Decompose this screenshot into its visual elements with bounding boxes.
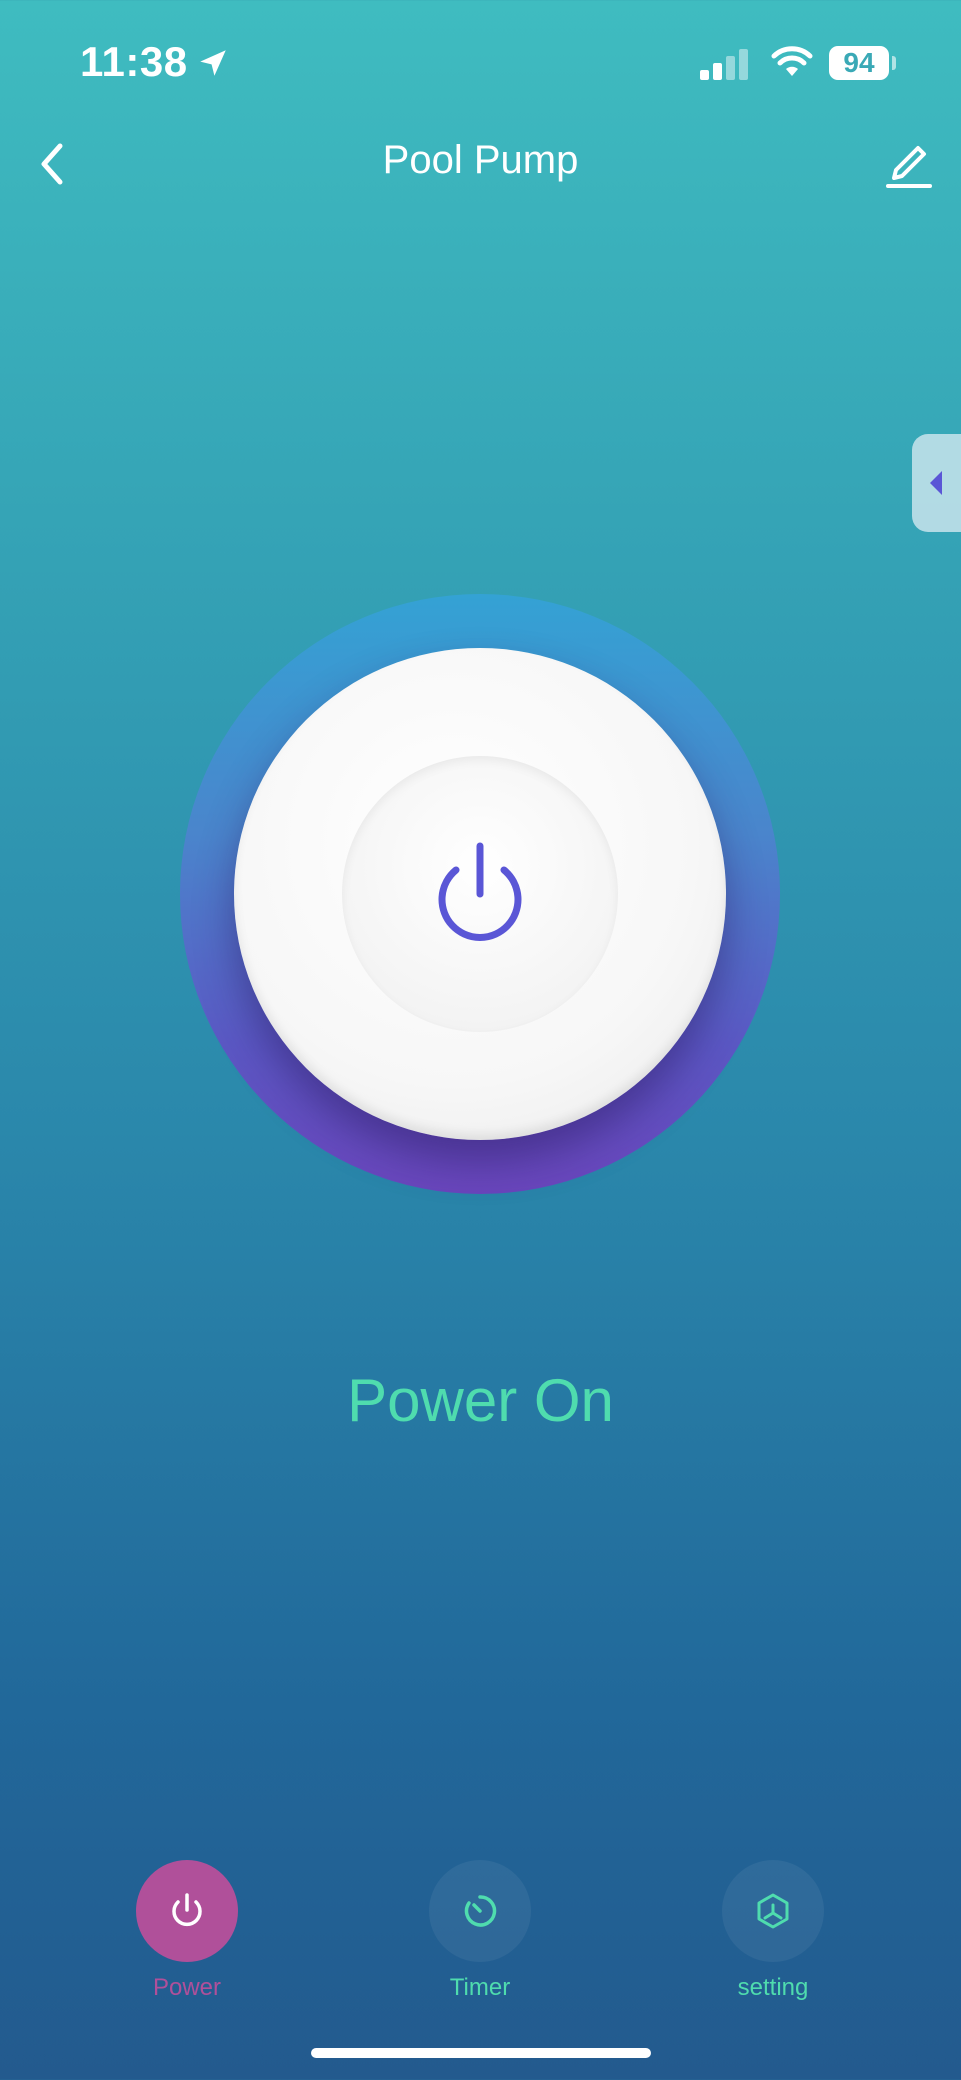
- tab-setting[interactable]: setting: [673, 1860, 873, 2010]
- tab-power-label: Power: [152, 1974, 222, 2001]
- power-button-center[interactable]: [342, 756, 618, 1032]
- power-icon: [172, 1893, 202, 1927]
- battery-tip: [892, 56, 896, 70]
- cube-icon: [757, 1893, 789, 1929]
- battery-icon: 94: [829, 46, 889, 80]
- tab-timer-circle[interactable]: [429, 1860, 531, 1962]
- side-drawer-handle[interactable]: [912, 434, 961, 532]
- status-time: 11:38: [80, 38, 188, 85]
- tab-timer[interactable]: Timer: [380, 1860, 580, 2010]
- edit-button[interactable]: [884, 136, 934, 190]
- tab-setting-label: setting: [737, 1974, 809, 2001]
- tab-timer-label: Timer: [449, 1974, 511, 2001]
- home-indicator[interactable]: [311, 2048, 651, 2058]
- page-title: Pool Pump: [382, 138, 579, 182]
- tab-power-circle[interactable]: [136, 1860, 238, 1962]
- power-status-text: Power On: [347, 1367, 614, 1434]
- status-bar: 11:38 94: [0, 0, 961, 120]
- pencil-icon: [886, 146, 932, 188]
- timer-icon: [464, 1895, 497, 1927]
- triangle-left-icon: [930, 471, 942, 495]
- location-arrow-icon: [200, 50, 226, 76]
- tab-setting-circle[interactable]: [722, 1860, 824, 1962]
- power-toggle-button[interactable]: [234, 648, 726, 1140]
- wifi-icon: [771, 46, 813, 76]
- cellular-signal-icon: [700, 49, 748, 80]
- power-icon: [438, 842, 522, 941]
- tab-power[interactable]: Power: [87, 1860, 287, 2010]
